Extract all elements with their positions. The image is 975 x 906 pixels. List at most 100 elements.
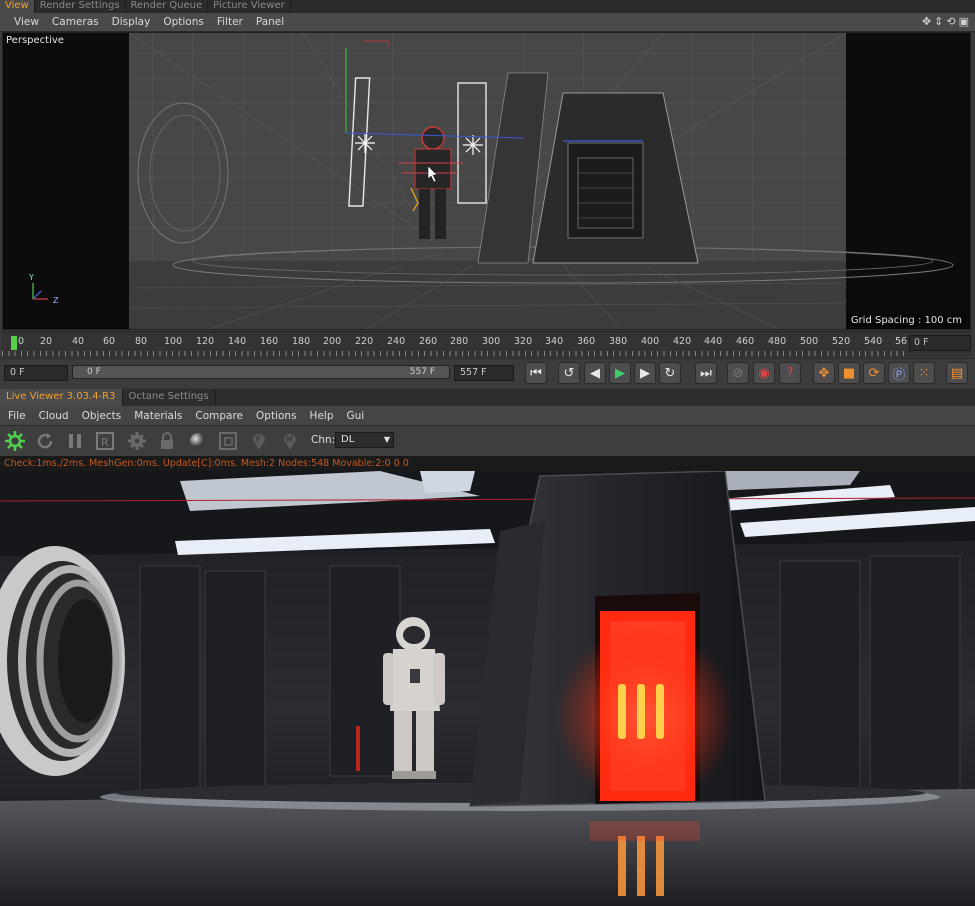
transport-bar: 0 F 0 F 557 F 557 F ⏮ ↺ ◀ ▶ ▶ ↻ ⏭ ⊘ ◉ ? … <box>0 358 975 388</box>
menu-panel[interactable]: Panel <box>256 16 284 28</box>
r-box-icon: R <box>96 432 114 450</box>
next-key-button[interactable]: ↻ <box>659 362 681 384</box>
rotate-icon: ⟳ <box>868 365 880 381</box>
rotation-key-button[interactable]: ⟳ <box>863 362 885 384</box>
keyframe-selection-button[interactable]: ? <box>779 362 801 384</box>
tab-picture-viewer[interactable]: Picture Viewer <box>208 0 291 13</box>
tab-view[interactable]: View <box>0 0 35 13</box>
menu-file[interactable]: File <box>8 410 26 422</box>
chevron-down-icon: ▼ <box>383 435 390 444</box>
ruler-label: 380 <box>609 336 628 347</box>
point-level-button[interactable]: ⁙ <box>913 362 935 384</box>
previous-frame-button[interactable]: ◀ <box>584 362 606 384</box>
ruler-label: 0 <box>18 336 25 347</box>
ruler-label: 120 <box>196 336 215 347</box>
menu-options[interactable]: Options <box>256 410 297 422</box>
ruler-label: 200 <box>323 336 342 347</box>
menu-gui[interactable]: Gui <box>347 410 365 422</box>
settings-button[interactable] <box>126 430 148 452</box>
previous-key-button[interactable]: ↺ <box>558 362 580 384</box>
parameter-key-button[interactable]: Ⓟ <box>888 362 910 384</box>
ruler-label: 420 <box>673 336 692 347</box>
lock-resolution-button[interactable] <box>156 430 178 452</box>
tab-live-viewer[interactable]: Live Viewer 3.03.4-R3 <box>0 389 123 406</box>
autokey-button[interactable]: ◉ <box>753 362 775 384</box>
live-viewer-render[interactable] <box>0 471 975 906</box>
menu-view[interactable]: View <box>14 16 39 28</box>
viewport-menu-bar: View Cameras Display Options Filter Pane… <box>0 13 975 32</box>
ruler-label: 56 <box>895 336 908 347</box>
ruler-label: 100 <box>164 336 183 347</box>
channel-value: DL <box>341 434 355 445</box>
pick-material-button[interactable]: M <box>279 430 301 452</box>
menu-options[interactable]: Options <box>163 16 204 28</box>
rotate-view-icon[interactable]: ⟲ <box>946 15 955 28</box>
record-keys-button[interactable]: ⊘ <box>727 362 749 384</box>
restart-render-button[interactable] <box>34 430 56 452</box>
maximize-view-icon[interactable]: ▣ <box>959 15 969 28</box>
send-scene-button[interactable] <box>4 430 26 452</box>
ruler-label: 180 <box>292 336 311 347</box>
menu-compare[interactable]: Compare <box>195 410 243 422</box>
autokey-icon: ◉ <box>758 365 770 381</box>
position-key-button[interactable]: ✥ <box>813 362 835 384</box>
menu-materials[interactable]: Materials <box>134 410 182 422</box>
tab-render-queue[interactable]: Render Queue <box>126 0 209 13</box>
timeline-playhead[interactable] <box>11 336 17 350</box>
current-frame-field[interactable]: 0 F <box>909 335 971 351</box>
play-button[interactable]: ▶ <box>609 362 631 384</box>
menu-help[interactable]: Help <box>310 410 334 422</box>
scroll-view-icon[interactable]: ⇕ <box>934 15 943 28</box>
ruler-label: 540 <box>864 336 883 347</box>
step-back-icon: ◀ <box>590 365 600 381</box>
channel-select[interactable]: DL ▼ <box>335 432 394 448</box>
material-preview-button[interactable] <box>187 430 209 452</box>
rendered-scene <box>0 471 975 906</box>
svg-text:F: F <box>256 435 261 444</box>
ruler-label: 320 <box>514 336 533 347</box>
move-view-icon[interactable]: ✥ <box>922 15 931 28</box>
pin-f-icon: F <box>253 434 265 450</box>
end-frame-field[interactable]: 557 F <box>454 365 514 381</box>
sphere-icon <box>190 433 206 449</box>
perspective-viewport[interactable]: Perspective Y Z Grid Spacing : 100 cm <box>2 32 971 330</box>
tab-render-settings[interactable]: Render Settings <box>35 0 126 13</box>
start-frame-value: 0 F <box>10 367 25 378</box>
go-to-start-button[interactable]: ⏮ <box>525 362 547 384</box>
svg-text:R: R <box>101 436 109 449</box>
ruler-label: 460 <box>736 336 755 347</box>
refresh-icon <box>37 433 53 449</box>
menu-cameras[interactable]: Cameras <box>52 16 99 28</box>
timeline-button[interactable]: ▤ <box>946 362 968 384</box>
start-frame-field[interactable]: 0 F <box>4 365 68 381</box>
go-to-end-button[interactable]: ⏭ <box>695 362 717 384</box>
pause-render-button[interactable] <box>64 430 86 452</box>
scale-key-button[interactable]: ■ <box>838 362 860 384</box>
octane-toolbar: R F M Chn: DL ▼ <box>0 426 975 456</box>
region-frame-button[interactable] <box>217 430 239 452</box>
ruler-label: 40 <box>72 336 85 347</box>
frame-range-slider[interactable]: 0 F 557 F <box>72 365 450 379</box>
octane-logo-icon <box>5 431 25 451</box>
menu-objects[interactable]: Objects <box>82 410 122 422</box>
next-frame-button[interactable]: ▶ <box>634 362 656 384</box>
pick-focus-button[interactable]: F <box>248 430 270 452</box>
render-status-text: Check:1ms./2ms. MeshGen:0ms. Update[C]:0… <box>4 458 409 469</box>
grid-dots-icon: ⁙ <box>918 365 930 381</box>
ruler-label: 140 <box>228 336 247 347</box>
tab-octane-settings[interactable]: Octane Settings <box>123 389 216 406</box>
scale-icon: ■ <box>842 365 856 381</box>
move-icon: ✥ <box>818 365 830 381</box>
timeline-ruler[interactable]: 0 20 40 60 80 100 120 140 160 180 200 22… <box>2 331 971 357</box>
film-icon: ▤ <box>950 365 964 381</box>
wireframe-scene <box>3 33 970 329</box>
menu-filter[interactable]: Filter <box>217 16 243 28</box>
render-region-button[interactable]: R <box>94 430 116 452</box>
end-frame-value: 557 F <box>460 367 487 378</box>
key-icon: ⊘ <box>732 365 744 381</box>
ruler-label: 440 <box>704 336 723 347</box>
ruler-label: 260 <box>419 336 438 347</box>
menu-cloud[interactable]: Cloud <box>39 410 69 422</box>
ruler-label: 340 <box>545 336 564 347</box>
menu-display[interactable]: Display <box>112 16 151 28</box>
